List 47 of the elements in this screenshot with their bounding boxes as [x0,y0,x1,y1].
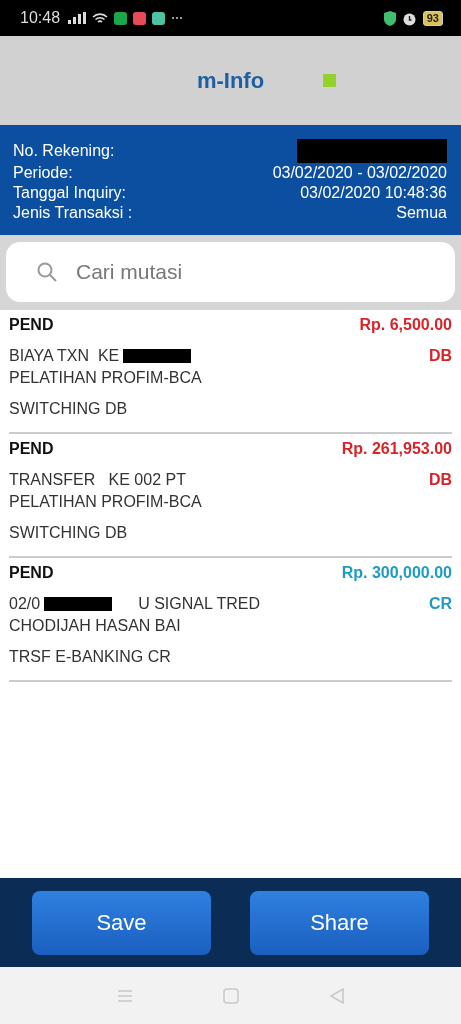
search-icon [36,261,58,283]
info-value: Semua [396,203,447,223]
shield-icon [383,10,396,26]
action-button[interactable]: Share [250,890,429,955]
transaction-status: PEND [9,564,54,582]
info-value: 03/02/2020 - 03/02/2020 [272,163,447,183]
more-icon [171,16,184,20]
action-button[interactable]: Save [32,890,211,955]
info-label: No. Rekening: [13,141,115,161]
transaction-description: BIAYA TXN KE [9,346,120,366]
search-field[interactable]: Cari mutasi [6,242,455,302]
transaction-description: TRANSFER KE 002 PT [9,470,186,490]
app-icon [133,11,147,25]
transaction-note: TRSF E-BANKING CR [9,647,172,667]
signal-icon [68,12,87,24]
transaction-description: PELATIHAN PROFIM-BCA [9,492,202,512]
transaction-type: CR [428,594,452,614]
transaction-note: SWITCHING DB [9,523,129,543]
transaction-description: U SIGNAL TRED [138,594,260,614]
transaction-type: DB [428,470,452,490]
info-value: 03/02/2020 10:48:36 [300,183,447,203]
transaction-description: 02/0 [9,594,41,614]
transaction-amount: Rp. 300,000.00 [341,564,452,582]
back-icon[interactable] [328,987,345,1004]
home-icon[interactable] [222,987,239,1004]
menu-icon[interactable] [116,988,133,1003]
transaction-amount: Rp. 261,953.00 [341,440,452,458]
transaction-note: SWITCHING DB [9,399,129,419]
app-title: m-Info [196,67,265,94]
transaction-amount: Rp. 6,500.00 [359,316,452,334]
info-label: Periode: [13,163,73,183]
redaction-bar [123,349,192,363]
status-square-icon [323,74,336,87]
transaction-description: PELATIHAN PROFIM-BCA [9,368,202,388]
transaction-type: DB [428,346,452,366]
app-icon [152,11,166,25]
transaction-status: PEND [9,316,54,334]
redaction-bar [44,597,113,611]
info-label: Jenis Transaksi : [13,203,133,223]
clock: 10:48 [20,9,61,27]
search-input[interactable]: Cari mutasi [74,259,455,285]
battery-indicator: 93 [422,10,443,26]
transaction-status: PEND [9,440,54,458]
transaction-description: CHODIJAH HASAN BAI [9,616,181,636]
info-label: Tanggal Inquiry: [13,183,126,203]
wifi-icon [92,11,109,25]
app-icon [114,11,128,25]
